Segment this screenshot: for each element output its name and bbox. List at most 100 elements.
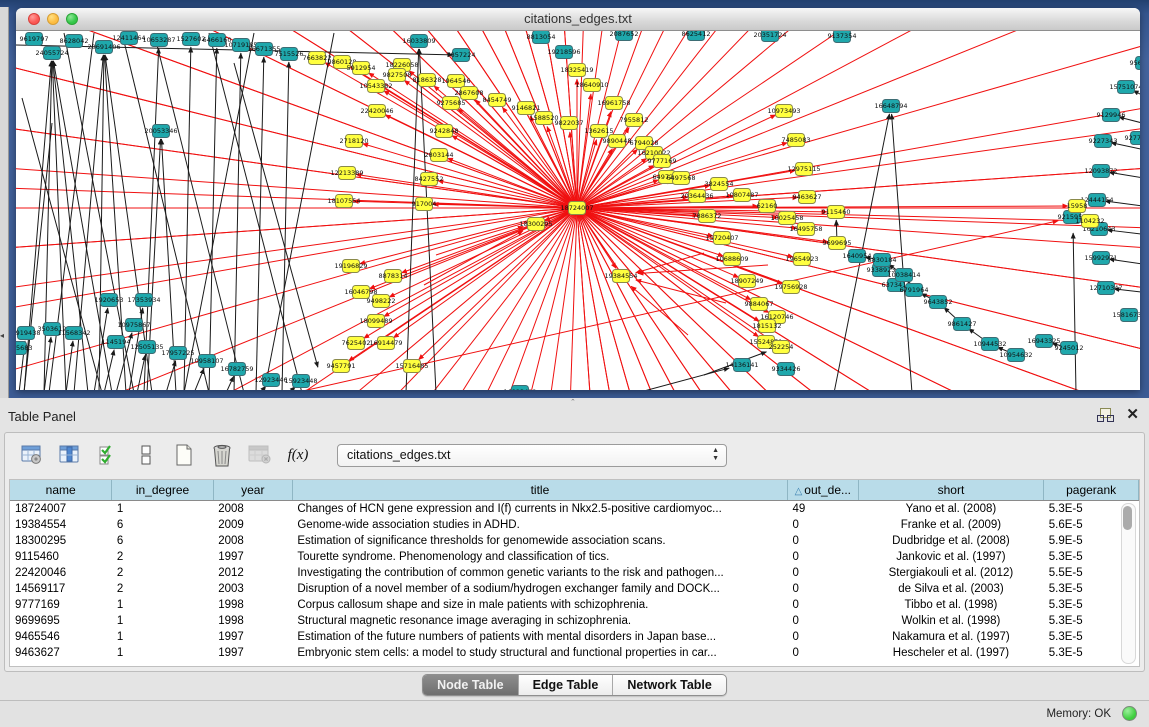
- tab-network-table[interactable]: Network Table: [613, 675, 726, 695]
- cell-title[interactable]: Corpus callosum shape and size in male p…: [292, 597, 787, 613]
- cell-out-de-[interactable]: 0: [787, 565, 858, 581]
- cell-in-degree[interactable]: 1: [112, 645, 213, 661]
- cell-short[interactable]: Franke et al. (2009): [858, 517, 1044, 533]
- cell-name[interactable]: 9465546: [10, 629, 112, 645]
- tab-node-table[interactable]: Node Table: [423, 675, 518, 695]
- cell-title[interactable]: Tourette syndrome. Phenomenology and cla…: [292, 549, 787, 565]
- column-header-out-de-[interactable]: △out_de...: [787, 480, 858, 501]
- cell-short[interactable]: Nakamura et al. (1997): [858, 629, 1044, 645]
- graph-node[interactable]: 10688609: [715, 253, 748, 266]
- cell-name[interactable]: 18300295: [10, 533, 112, 549]
- cell-short[interactable]: Jankovic et al. (1997): [858, 549, 1044, 565]
- table-scrollbar-thumb[interactable]: [1123, 506, 1132, 530]
- cell-out-de-[interactable]: 0: [787, 645, 858, 661]
- graph-node[interactable]: 15923448: [284, 375, 317, 388]
- graph-node[interactable]: 11568342: [57, 327, 90, 340]
- cell-year[interactable]: 1997: [213, 629, 292, 645]
- cell-title[interactable]: Estimation of significance thresholds fo…: [292, 533, 787, 549]
- cell-out-de-[interactable]: 0: [787, 549, 858, 565]
- cell-short[interactable]: Hescheler et al. (1997): [858, 645, 1044, 661]
- graph-node[interactable]: 62160: [757, 200, 778, 213]
- cell-name[interactable]: 18724007: [10, 501, 112, 518]
- dropdown-stepper-icon[interactable]: ▲▼: [712, 447, 719, 463]
- graph-node[interactable]: 20691406: [87, 41, 120, 54]
- cell-title[interactable]: Changes of HCN gene expression and I(f) …: [292, 501, 787, 518]
- graph-node[interactable]: 15992971: [1084, 252, 1117, 265]
- cell-year[interactable]: 1997: [213, 645, 292, 661]
- column-header-title[interactable]: title: [292, 480, 787, 501]
- cell-in-degree[interactable]: 6: [112, 533, 213, 549]
- graph-node[interactable]: 15816734: [1112, 309, 1140, 322]
- graph-node[interactable]: 10958107: [190, 355, 223, 368]
- cell-name[interactable]: 14569117: [10, 581, 112, 597]
- citation-graph[interactable]: 9619797240557248628042206914061241146410…: [16, 31, 1140, 390]
- graph-node[interactable]: 16648794: [874, 100, 907, 113]
- graph-node[interactable]: 19654923: [785, 253, 818, 266]
- graph-node[interactable]: 9561374: [1130, 57, 1140, 70]
- graph-node[interactable]: 16782759: [220, 363, 253, 376]
- graph-node[interactable]: 18107554: [327, 195, 360, 208]
- table-row[interactable]: 946554611997Estimation of the future num…: [10, 629, 1139, 645]
- graph-node[interactable]: 14136141: [725, 359, 758, 372]
- graph-node[interactable]: 9457791: [327, 360, 356, 373]
- cell-name[interactable]: 19384554: [10, 517, 112, 533]
- graph-node[interactable]: 9699695: [823, 237, 852, 250]
- cell-short[interactable]: Tibbo et al. (1998): [858, 597, 1044, 613]
- graph-node[interactable]: 1527602: [177, 33, 206, 46]
- graph-node[interactable]: 16914479: [369, 337, 402, 350]
- graph-node[interactable]: 2087652: [610, 31, 639, 41]
- graph-node[interactable]: 8628042: [60, 35, 89, 48]
- table-row[interactable]: 1938455462009Genome-wide association stu…: [10, 517, 1139, 533]
- panel-collapse-arrow-icon[interactable]: ◂: [0, 331, 4, 340]
- cell-short[interactable]: Stergiakouli et al. (2012): [858, 565, 1044, 581]
- graph-node[interactable]: 12710347: [1089, 282, 1122, 295]
- cell-title[interactable]: Disruption of a novel member of a sodium…: [292, 581, 787, 597]
- column-header-name[interactable]: name: [10, 480, 112, 501]
- graph-node[interactable]: 9815683: [16, 342, 32, 355]
- graph-node[interactable]: 1145194: [102, 336, 131, 349]
- graph-node[interactable]: 2803144: [425, 149, 454, 162]
- close-panel-icon[interactable]: ✕: [1126, 408, 1139, 422]
- graph-node[interactable]: 16495758: [789, 223, 822, 236]
- cell-year[interactable]: 1997: [213, 549, 292, 565]
- table-row[interactable]: 1872400712008Changes of HCN gene express…: [10, 501, 1139, 518]
- cell-year[interactable]: 1998: [213, 613, 292, 629]
- cell-in-degree[interactable]: 2: [112, 565, 213, 581]
- float-panel-icon[interactable]: [1097, 408, 1112, 422]
- cell-short[interactable]: Dudbridge et al. (2008): [858, 533, 1044, 549]
- cell-in-degree[interactable]: 2: [112, 549, 213, 565]
- graph-node[interactable]: 8878314: [379, 270, 408, 283]
- cell-name[interactable]: 9115460: [10, 549, 112, 565]
- network-window-titlebar[interactable]: citations_edges.txt: [16, 8, 1140, 31]
- graph-node[interactable]: 9129946: [1097, 109, 1126, 122]
- graph-node[interactable]: 19196829: [334, 260, 367, 273]
- graph-node[interactable]: 9643852: [924, 296, 953, 309]
- new-file-icon[interactable]: [171, 441, 197, 469]
- graph-node[interactable]: 3824554: [705, 178, 734, 191]
- graph-node[interactable]: 252254: [769, 341, 794, 354]
- delete-table-icon[interactable]: [247, 441, 273, 469]
- graph-node[interactable]: 9822037: [555, 117, 584, 130]
- cell-out-de-[interactable]: 0: [787, 533, 858, 549]
- table-row[interactable]: 969969511998Structural magnetic resonanc…: [10, 613, 1139, 629]
- graph-node[interactable]: 7485083: [782, 134, 811, 147]
- graph-node[interactable]: 1920653: [95, 294, 124, 307]
- cell-name[interactable]: 9699695: [10, 613, 112, 629]
- graph-node[interactable]: 7515526: [275, 48, 304, 61]
- table-settings-icon[interactable]: [19, 441, 45, 469]
- cell-in-degree[interactable]: 1: [112, 597, 213, 613]
- node-table[interactable]: namein_degreeyeartitle△out_de...shortpag…: [10, 480, 1139, 661]
- table-row[interactable]: 2242004622012Investigating the contribut…: [10, 565, 1139, 581]
- graph-node[interactable]: 8625412: [682, 31, 711, 41]
- graph-node[interactable]: 18640910: [575, 79, 608, 92]
- table-row[interactable]: 946362711997Embryonic stem cells: a mode…: [10, 645, 1139, 661]
- cell-out-de-[interactable]: 0: [787, 629, 858, 645]
- graph-node[interactable]: 9498222: [367, 295, 396, 308]
- graph-node[interactable]: 15720407: [705, 232, 738, 245]
- graph-node[interactable]: 8186328: [413, 74, 442, 87]
- cell-in-degree[interactable]: 6: [112, 517, 213, 533]
- cell-out-de-[interactable]: 0: [787, 613, 858, 629]
- graph-node[interactable]: 18325419: [560, 64, 593, 77]
- graph-node[interactable]: 8830184: [868, 254, 897, 267]
- trash-icon[interactable]: [209, 441, 235, 469]
